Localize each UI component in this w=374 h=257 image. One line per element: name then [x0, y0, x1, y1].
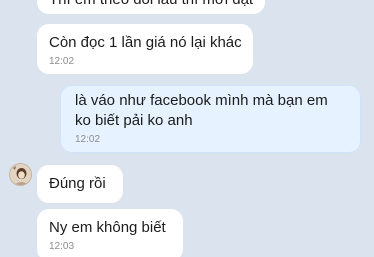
incoming-message-bubble[interactable]: Đúng rồi [37, 165, 123, 203]
contact-avatar[interactable] [9, 163, 32, 186]
message-text: Còn đọc 1 lần giá nó lại khác [49, 34, 242, 51]
chat-thread[interactable]: Thì em theo dõi lâu thì mới đặt Còn đọc … [0, 0, 374, 257]
outgoing-message-bubble[interactable]: là váo như facebook mình mà bạn em ko bi… [60, 85, 361, 153]
avatar-image [10, 164, 31, 185]
incoming-message-bubble[interactable]: Còn đọc 1 lần giá nó lại khác 12:02 [37, 24, 253, 74]
message-text: Thì em theo dõi lâu thì mới đặt [49, 0, 253, 14]
message-timestamp: 12:02 [75, 134, 101, 145]
message-text: Ny em không biết [49, 219, 166, 236]
message-text: là váo như facebook mình mà bạn em ko bi… [75, 92, 328, 129]
incoming-message-bubble[interactable]: Ny em không biết 12:03 [37, 209, 183, 257]
message-timestamp: 12:03 [49, 241, 75, 252]
message-text: Đúng rồi [49, 175, 106, 192]
incoming-message-bubble[interactable]: Thì em theo dõi lâu thì mới đặt [37, 0, 265, 14]
message-timestamp: 12:02 [49, 56, 75, 67]
